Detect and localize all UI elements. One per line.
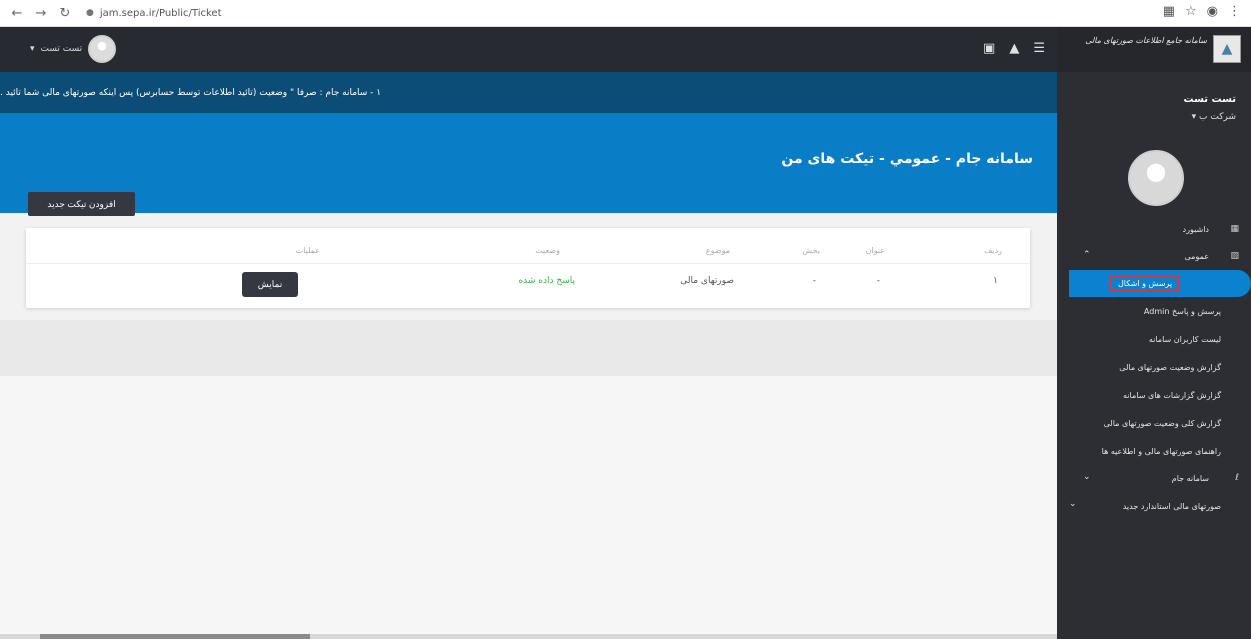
cell-subject: صورتهای مالی: [680, 276, 734, 286]
column-header-section: بخش: [802, 246, 820, 255]
status-badge: پاسخ داده شده: [518, 276, 575, 286]
cell-index: ۱: [993, 276, 998, 286]
cell-title: -: [876, 276, 880, 286]
translate-icon[interactable]: ▦: [1163, 4, 1175, 19]
sidebar-item-questions[interactable]: پرسش و اشکال: [1069, 270, 1251, 297]
tickets-table: ردیف عنوان بخش موضوع وضعیت عملیات ۱ - - …: [26, 228, 1030, 308]
logo-area: ▲ سامانه جامع اطلاعات صورتهای مالی: [1057, 27, 1251, 72]
column-header-subject: موضوع: [705, 246, 730, 255]
chevron-down-icon: ⌄: [1083, 472, 1091, 482]
browser-toolbar: ← → ↻ ● jam.sepa.ir/Public/Ticket ▦ ☆ ◉ …: [0, 0, 1251, 27]
sidebar-user-name: تست تست: [1183, 94, 1236, 105]
scrollbar-thumb[interactable]: [40, 634, 310, 639]
table-header: ردیف عنوان بخش موضوع وضعیت عملیات: [26, 238, 1030, 264]
sidebar-menu: ▦ داشبورد ▧ عمومی ⌃ پرسش و اشکال پرسش و …: [1057, 216, 1251, 520]
bookmark-star-icon[interactable]: ☆: [1185, 4, 1197, 19]
sidebar: ▲ سامانه جامع اطلاعات صورتهای مالی تست ت…: [1057, 27, 1251, 639]
top-header: ▾ تست تست ▣ ▲ ☰: [0, 27, 1057, 72]
sidebar-item-status-report[interactable]: گزارش وضعیت صورتهای مالی: [1057, 353, 1251, 381]
cell-section: -: [812, 276, 816, 286]
logo-icon: ▲: [1213, 35, 1241, 63]
avatar: [1128, 150, 1184, 206]
reload-icon[interactable]: ↻: [56, 4, 74, 22]
sidebar-item-users-list[interactable]: لیست کاربران سامانه: [1057, 325, 1251, 353]
sidebar-company[interactable]: شرکت ب ▾: [1192, 112, 1236, 122]
logo-text: سامانه جامع اطلاعات صورتهای مالی: [1085, 36, 1207, 45]
chevron-down-icon: ▾: [30, 44, 35, 54]
column-header-status: وضعیت: [535, 246, 560, 255]
chevron-down-icon: ▾: [1191, 112, 1197, 122]
sidebar-item-system-reports[interactable]: گزارش گزارشات های سامانه: [1057, 381, 1251, 409]
dashboard-icon: ▦: [1230, 224, 1239, 234]
profile-icon[interactable]: ◉: [1207, 4, 1218, 19]
sidebar-item-dashboard[interactable]: ▦ داشبورد: [1057, 216, 1251, 243]
chat-icon[interactable]: ▣: [983, 41, 995, 56]
page-header: سامانه جام - عمومي - تيكت هاى من: [0, 113, 1057, 213]
sidebar-item-jam[interactable]: ℓ سامانه جام ⌄: [1057, 465, 1251, 492]
main-content-area: [0, 376, 1057, 639]
show-ticket-button[interactable]: نمایش: [242, 272, 298, 297]
content-divider: [0, 320, 1057, 376]
column-header-title: عنوان: [865, 246, 885, 255]
sidebar-item-overall-report[interactable]: گزارش کلی وضعیت صورتهای مالی: [1057, 409, 1251, 437]
notice-bar: ۱ - سامانه جام : صرفا " وضعیت (تائید اطل…: [0, 72, 1057, 113]
table-row: ۱ - - صورتهای مالی پاسخ داده شده: [26, 268, 1030, 298]
address-bar[interactable]: jam.sepa.ir/Public/Ticket: [100, 8, 222, 19]
sidebar-item-new-standard[interactable]: صورتهای مالی استاندارد جدید ⌄: [1057, 492, 1251, 520]
sidebar-item-admin-qa[interactable]: پرسش و پاسخ Admin: [1057, 297, 1251, 325]
horizontal-scrollbar[interactable]: [0, 634, 1057, 639]
column-header-index: ردیف: [984, 246, 1002, 255]
column-header-actions: عملیات: [295, 246, 320, 255]
lock-icon: ●: [86, 8, 94, 18]
add-ticket-button[interactable]: افزودن تیکت جدید: [28, 192, 135, 216]
general-icon: ▧: [1230, 251, 1239, 261]
chevron-up-icon: ⌃: [1083, 250, 1091, 260]
notice-text: ۱ - سامانه جام : صرفا " وضعیت (تائید اطل…: [0, 87, 382, 98]
sidebar-item-guides[interactable]: راهنمای صورتهای مالی و اطلاعیه ها: [1057, 437, 1251, 465]
hamburger-menu-icon[interactable]: ☰: [1033, 41, 1045, 56]
avatar: [88, 35, 117, 63]
page-title: سامانه جام - عمومي - تيكت هاى من: [781, 151, 1033, 167]
forward-icon[interactable]: →: [32, 4, 50, 22]
user-name: تست تست: [40, 44, 83, 54]
browser-menu-icon[interactable]: ⋮: [1228, 4, 1241, 19]
user-menu[interactable]: ▾ تست تست: [30, 35, 117, 63]
chevron-down-icon: ⌄: [1069, 499, 1077, 509]
sidebar-item-general[interactable]: ▧ عمومی ⌃: [1057, 243, 1251, 270]
back-icon[interactable]: ←: [8, 4, 26, 22]
bell-icon[interactable]: ▲: [1009, 41, 1019, 56]
jam-icon: ℓ: [1235, 473, 1239, 483]
